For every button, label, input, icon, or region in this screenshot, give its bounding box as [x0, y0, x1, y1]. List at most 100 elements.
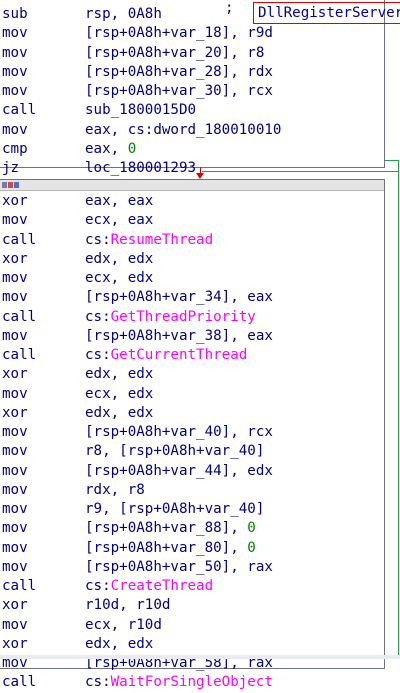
- horizontal-scrollbar[interactable]: [0, 655, 400, 659]
- comment-separator: ;: [225, 0, 234, 16]
- code-block-fallthrough[interactable]: xor eax, eax mov ecx, eax call cs:ResumeThrea…: [0, 179, 385, 690]
- instruction-line[interactable]: jz loc_180001293: [0, 159, 384, 178]
- instruction-line[interactable]: mov ecx, r10d: [0, 616, 384, 635]
- mnemonic: call: [2, 102, 37, 119]
- mnemonic: mov: [2, 270, 28, 286]
- operand-prefix: cs:: [85, 231, 111, 248]
- mnemonic: sub: [2, 6, 28, 22]
- mnemonic: call: [2, 347, 37, 363]
- mnemonic: xor: [2, 635, 28, 652]
- instruction-line[interactable]: call cs:ResumeThread: [0, 231, 384, 250]
- true-branch-edge-vertical: [398, 171, 399, 659]
- api-function-name[interactable]: GetThreadPriority: [111, 309, 256, 325]
- instruction-line[interactable]: xor eax, eax: [0, 192, 384, 211]
- operand: [rsp+0A8h+var_44], edx: [85, 462, 273, 479]
- instruction-line[interactable]: call sub_1800015D0: [0, 101, 384, 120]
- operand: loc_180001293: [85, 160, 197, 176]
- operand: [rsp+0A8h+var_30], rcx: [85, 83, 273, 99]
- color-icon[interactable]: [8, 182, 13, 188]
- operand: [rsp+0A8h+var_20], r8: [85, 44, 265, 61]
- operand: cs:WaitForSingleObject: [85, 673, 273, 692]
- mnemonic: mov: [2, 443, 28, 460]
- instruction-line[interactable]: cmp eax, 0: [0, 140, 384, 159]
- api-function-name[interactable]: GetCurrentThread: [111, 347, 248, 363]
- instruction-line[interactable]: xor r10d, r10d: [0, 596, 384, 615]
- list-icon[interactable]: [14, 182, 19, 188]
- mnemonic: mov: [2, 385, 28, 402]
- mnemonic: mov: [2, 212, 28, 229]
- mnemonic: mov: [2, 539, 28, 556]
- operand: [rsp+0A8h+var_80], 0: [85, 539, 256, 558]
- mnemonic: mov: [2, 501, 28, 517]
- immediate-value: 0: [247, 520, 256, 537]
- instruction-line[interactable]: mov [rsp+0A8h+var_44], edx: [0, 462, 384, 481]
- operand-prefix: eax,: [85, 140, 128, 157]
- operand: [rsp+0A8h+var_40], rcx: [85, 424, 273, 440]
- immediate-value: 0: [127, 140, 137, 157]
- instruction-line[interactable]: mov [rsp+0A8h+var_40], rcx: [0, 423, 384, 442]
- instruction-line[interactable]: mov ecx, edx: [0, 385, 384, 404]
- operand: r8, [rsp+0A8h+var_40]: [85, 443, 265, 460]
- operand-prefix: [rsp+0A8h+var_88],: [85, 520, 248, 537]
- mnemonic: xor: [2, 597, 28, 614]
- mnemonic: mov: [2, 121, 28, 138]
- instruction-line[interactable]: call cs:WaitForSingleObject: [0, 673, 384, 692]
- instruction-line[interactable]: mov eax, cs:dword_180010010: [0, 121, 384, 140]
- instruction-line[interactable]: xor edx, edx: [0, 404, 384, 423]
- mnemonic: jz: [2, 160, 20, 176]
- block-titlebar[interactable]: [0, 180, 384, 191]
- instruction-line[interactable]: mov [rsp+0A8h+var_18], r9d: [0, 24, 384, 43]
- instruction-line[interactable]: mov [rsp+0A8h+var_30], rcx: [0, 82, 384, 101]
- api-function-name[interactable]: WaitForSingleObject: [111, 674, 273, 690]
- instruction-line[interactable]: mov [rsp+0A8h+var_80], 0: [0, 539, 384, 558]
- operand: edx, edx: [85, 366, 154, 383]
- operand: eax, 0: [85, 140, 136, 159]
- mnemonic: xor: [2, 250, 28, 267]
- immediate-value: 0: [247, 539, 256, 556]
- instruction-line[interactable]: call cs:GetCurrentThread: [0, 346, 384, 365]
- true-branch-edge: [202, 171, 398, 172]
- mnemonic: mov: [2, 424, 28, 440]
- operand: rsp, 0A8h: [85, 6, 162, 22]
- instruction-line[interactable]: xor edx, edx: [0, 635, 384, 654]
- operand: cs:GetThreadPriority: [85, 308, 256, 327]
- mnemonic: mov: [2, 481, 28, 498]
- instruction-line[interactable]: call cs:GetThreadPriority: [0, 308, 384, 327]
- instruction-list: xor eax, eax mov ecx, eax call cs:ResumeThrea…: [0, 192, 384, 693]
- mnemonic: mov: [2, 44, 28, 61]
- instruction-line[interactable]: mov r9, [rsp+0A8h+var_40]: [0, 500, 384, 519]
- operand: [rsp+0A8h+var_28], rdx: [85, 63, 273, 80]
- function-name-comment[interactable]: DllRegisterServer: [253, 2, 400, 24]
- operand: r10d, r10d: [85, 597, 171, 614]
- true-branch-edge-stub: [385, 160, 398, 161]
- instruction-line[interactable]: mov [rsp+0A8h+var_38], eax: [0, 327, 384, 346]
- api-function-name[interactable]: CreateThread: [111, 578, 214, 594]
- instruction-line[interactable]: xor edx, edx: [0, 250, 384, 269]
- mnemonic: xor: [2, 193, 28, 209]
- operand: sub_1800015D0: [85, 102, 197, 119]
- instruction-line[interactable]: mov [rsp+0A8h+var_50], rax: [0, 558, 384, 577]
- instruction-line[interactable]: mov [rsp+0A8h+var_34], eax: [0, 288, 384, 307]
- instruction-line[interactable]: mov [rsp+0A8h+var_28], rdx: [0, 63, 384, 82]
- instruction-line[interactable]: mov ecx, eax: [0, 211, 384, 230]
- operand: eax, eax: [85, 193, 154, 209]
- mnemonic: call: [2, 308, 37, 325]
- instruction-line[interactable]: mov rdx, r8: [0, 481, 384, 500]
- operand: ecx, edx: [85, 385, 154, 402]
- operand: cs:ResumeThread: [85, 231, 213, 250]
- instruction-line[interactable]: mov [rsp+0A8h+var_88], 0: [0, 519, 384, 538]
- instruction-line[interactable]: mov [rsp+0A8h+var_20], r8: [0, 44, 384, 63]
- mnemonic: call: [2, 231, 37, 248]
- mnemonic: cmp: [2, 140, 28, 157]
- api-function-name[interactable]: ResumeThread: [111, 232, 214, 248]
- operand: [rsp+0A8h+var_88], 0: [85, 519, 256, 538]
- graph-node-icon[interactable]: [2, 182, 7, 188]
- instruction-line[interactable]: mov r8, [rsp+0A8h+var_40]: [0, 442, 384, 461]
- operand-prefix: cs:: [85, 347, 111, 363]
- code-block-entry[interactable]: sub rsp, 0A8h mov [rsp+0A8h+var_18], r9d mov…: [0, 0, 400, 176]
- instruction-line[interactable]: mov ecx, edx: [0, 269, 384, 288]
- instruction-line[interactable]: call cs:CreateThread: [0, 577, 384, 596]
- instruction-line[interactable]: xor edx, edx: [0, 365, 384, 384]
- mnemonic: xor: [2, 404, 28, 421]
- operand: rdx, r8: [85, 481, 145, 498]
